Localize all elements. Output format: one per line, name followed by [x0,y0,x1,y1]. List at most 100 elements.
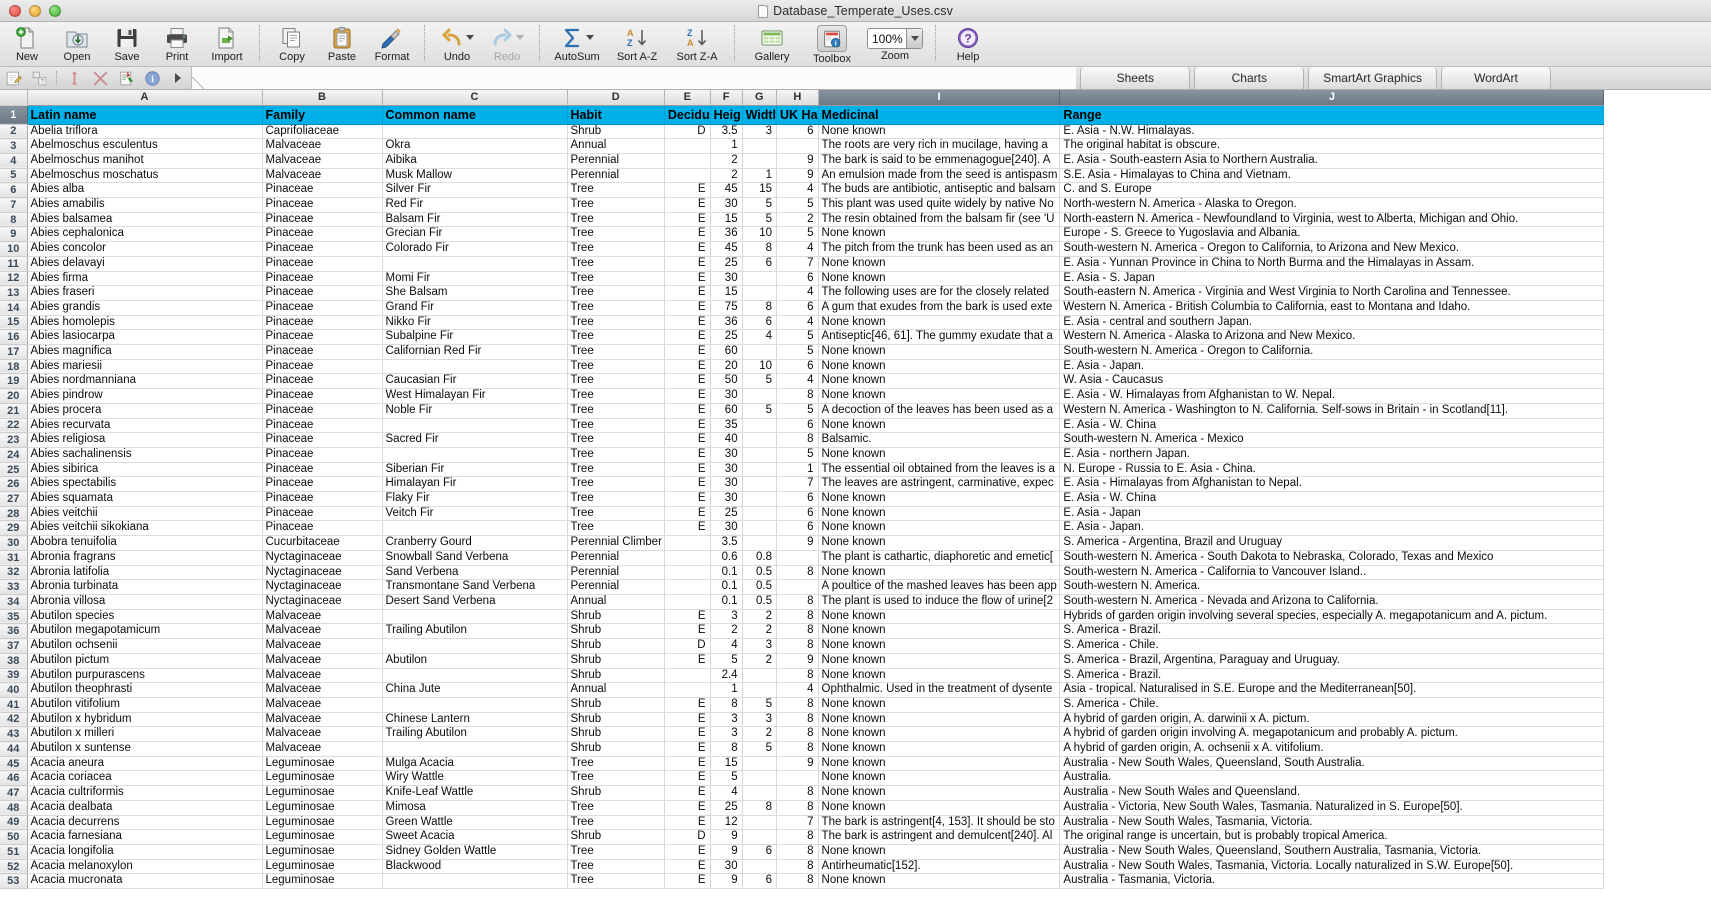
table-row[interactable]: 2 Abelia triflora Caprifoliaceae Shrub D 3.5 3… [0,124,1605,140]
cell-I22[interactable]: None known [818,418,1061,434]
cell-G37[interactable]: 3 [742,638,778,654]
table-row[interactable]: 7 Abies amabilis Pinaceae Red Fir Tree E 30 5 5 T… [0,197,1605,213]
cell-A52[interactable]: Acacia melanoxylon [27,859,263,875]
cell-G29[interactable] [742,520,778,537]
column-header-g[interactable]: G [742,90,778,106]
table-row[interactable]: 50 Acacia farnesiana Leguminosae Sweet Acac… [0,829,1605,845]
cell-E28[interactable]: E [664,506,711,522]
cell-I21[interactable]: A decoction of the leaves has been used … [818,403,1061,419]
cell-D34[interactable]: Annual [567,594,665,610]
cell-H11[interactable]: 7 [776,256,819,272]
cell-J3[interactable]: The original habitat is obscure. [1059,138,1605,154]
cell-D12[interactable]: Tree [567,271,665,287]
cell-C13[interactable]: She Balsam [382,285,568,301]
table-row[interactable]: 6 Abies alba Pinaceae Silver Fir Tree E 45 15 4 T… [0,182,1605,199]
cell-B46[interactable]: Leguminosae [262,770,383,787]
cell-F53[interactable]: 9 [710,873,743,890]
cell-G19[interactable]: 5 [742,373,778,390]
cell-C12[interactable]: Momi Fir [382,271,568,287]
cell-D8[interactable]: Tree [567,212,665,228]
cell-J31[interactable]: South-western N. America - South Dakota … [1059,550,1605,566]
cell-J39[interactable]: S. America - Brazil. [1059,668,1605,684]
cell-E30[interactable] [664,535,711,551]
cell-F9[interactable]: 36 [710,226,743,243]
cell-C28[interactable]: Veitch Fir [382,506,568,522]
cell-D25[interactable]: Tree [567,462,665,478]
cell-I33[interactable]: A poultice of the mashed leaves has been… [818,579,1061,595]
cell-J48[interactable]: Australia - Victoria, New South Wales, T… [1059,800,1605,816]
cell-E51[interactable]: E [664,844,711,860]
cell-G26[interactable] [742,476,778,493]
cell-D22[interactable]: Tree [567,418,665,434]
cell-J34[interactable]: South-western N. America - Nevada and Ar… [1059,594,1605,610]
cell-A27[interactable]: Abies squamata [27,491,263,507]
cell-E33[interactable] [664,579,711,595]
column-header-c[interactable]: C [382,90,568,106]
cell-D42[interactable]: Shrub [567,712,665,728]
table-row[interactable]: 48 Acacia dealbata Leguminosae Mimosa Tree E 2… [0,800,1605,816]
cell-D32[interactable]: Perennial [567,565,665,581]
tab-charts[interactable]: Charts [1194,67,1305,89]
cell-J44[interactable]: A hybrid of garden origin, A. ochsenii x… [1059,741,1605,757]
cell-E24[interactable]: E [664,447,711,463]
cell-H44[interactable]: 8 [776,741,819,757]
column-title-h[interactable]: UK Ha [776,105,819,125]
cell-E31[interactable] [664,550,711,566]
table-row[interactable]: 18 Abies mariesii Pinaceae Tree E 20 10 6 None k… [0,359,1605,375]
cell-F7[interactable]: 30 [710,197,743,213]
cell-I17[interactable]: None known [818,344,1061,360]
cell-G35[interactable]: 2 [742,609,778,625]
row-number[interactable]: 51 [0,844,28,860]
cell-F39[interactable]: 2.4 [710,668,743,684]
cell-I10[interactable]: The pitch from the trunk has been used a… [818,241,1061,257]
row-number[interactable]: 25 [0,462,28,478]
cell-H39[interactable]: 8 [776,668,819,684]
cell-A51[interactable]: Acacia longifolia [27,844,263,860]
cell-D30[interactable]: Perennial Climber [567,535,665,551]
row-number[interactable]: 40 [0,682,28,698]
cell-B18[interactable]: Pinaceae [262,359,383,375]
cell-D44[interactable]: Shrub [567,741,665,757]
cell-H16[interactable]: 5 [776,329,819,346]
cell-J13[interactable]: South-eastern N. America - Virginia and … [1059,285,1605,301]
cell-J47[interactable]: Australia - New South Wales and Queensla… [1059,785,1605,801]
row-number[interactable]: 8 [0,212,28,228]
cell-D43[interactable]: Shrub [567,726,665,743]
cell-H26[interactable]: 7 [776,476,819,493]
cell-E15[interactable]: E [664,315,711,331]
cell-I27[interactable]: None known [818,491,1061,507]
cell-A29[interactable]: Abies veitchii sikokiana [27,520,263,537]
row-number[interactable]: 19 [0,373,28,390]
cell-G40[interactable] [742,682,778,698]
cell-H14[interactable]: 6 [776,300,819,316]
undo-button[interactable]: Undo [432,22,482,66]
cell-E8[interactable]: E [664,212,711,228]
grid-table[interactable]: ABCDEFGHIJ 1 Latin name Family Common name H… [0,90,1605,890]
cell-H31[interactable] [776,550,819,566]
row-number[interactable]: 3 [0,138,28,154]
cell-G12[interactable] [742,271,778,287]
cell-D2[interactable]: Shrub [567,124,665,140]
cell-D9[interactable]: Tree [567,226,665,243]
column-title-e[interactable]: Decidu [664,105,711,125]
cell-D28[interactable]: Tree [567,506,665,522]
undo-dropdown-arrow-icon[interactable] [466,35,474,40]
cell-D31[interactable]: Perennial [567,550,665,566]
cell-C23[interactable]: Sacred Fir [382,432,568,448]
cell-C19[interactable]: Caucasian Fir [382,373,568,390]
cell-E14[interactable]: E [664,300,711,316]
cell-E5[interactable] [664,168,711,184]
cell-J17[interactable]: South-western N. America - Oregon to Cal… [1059,344,1605,360]
cell-H7[interactable]: 5 [776,197,819,213]
cell-A37[interactable]: Abutilon ochsenii [27,638,263,654]
cell-F19[interactable]: 50 [710,373,743,390]
cell-C29[interactable] [382,520,568,537]
cell-F33[interactable]: 0.1 [710,579,743,595]
cell-D49[interactable]: Tree [567,815,665,831]
trace-precedent-icon[interactable] [65,69,83,87]
cell-C14[interactable]: Grand Fir [382,300,568,316]
cell-C37[interactable] [382,638,568,654]
cell-C4[interactable]: Aibika [382,153,568,169]
cell-H15[interactable]: 4 [776,315,819,331]
cell-E47[interactable]: E [664,785,711,801]
